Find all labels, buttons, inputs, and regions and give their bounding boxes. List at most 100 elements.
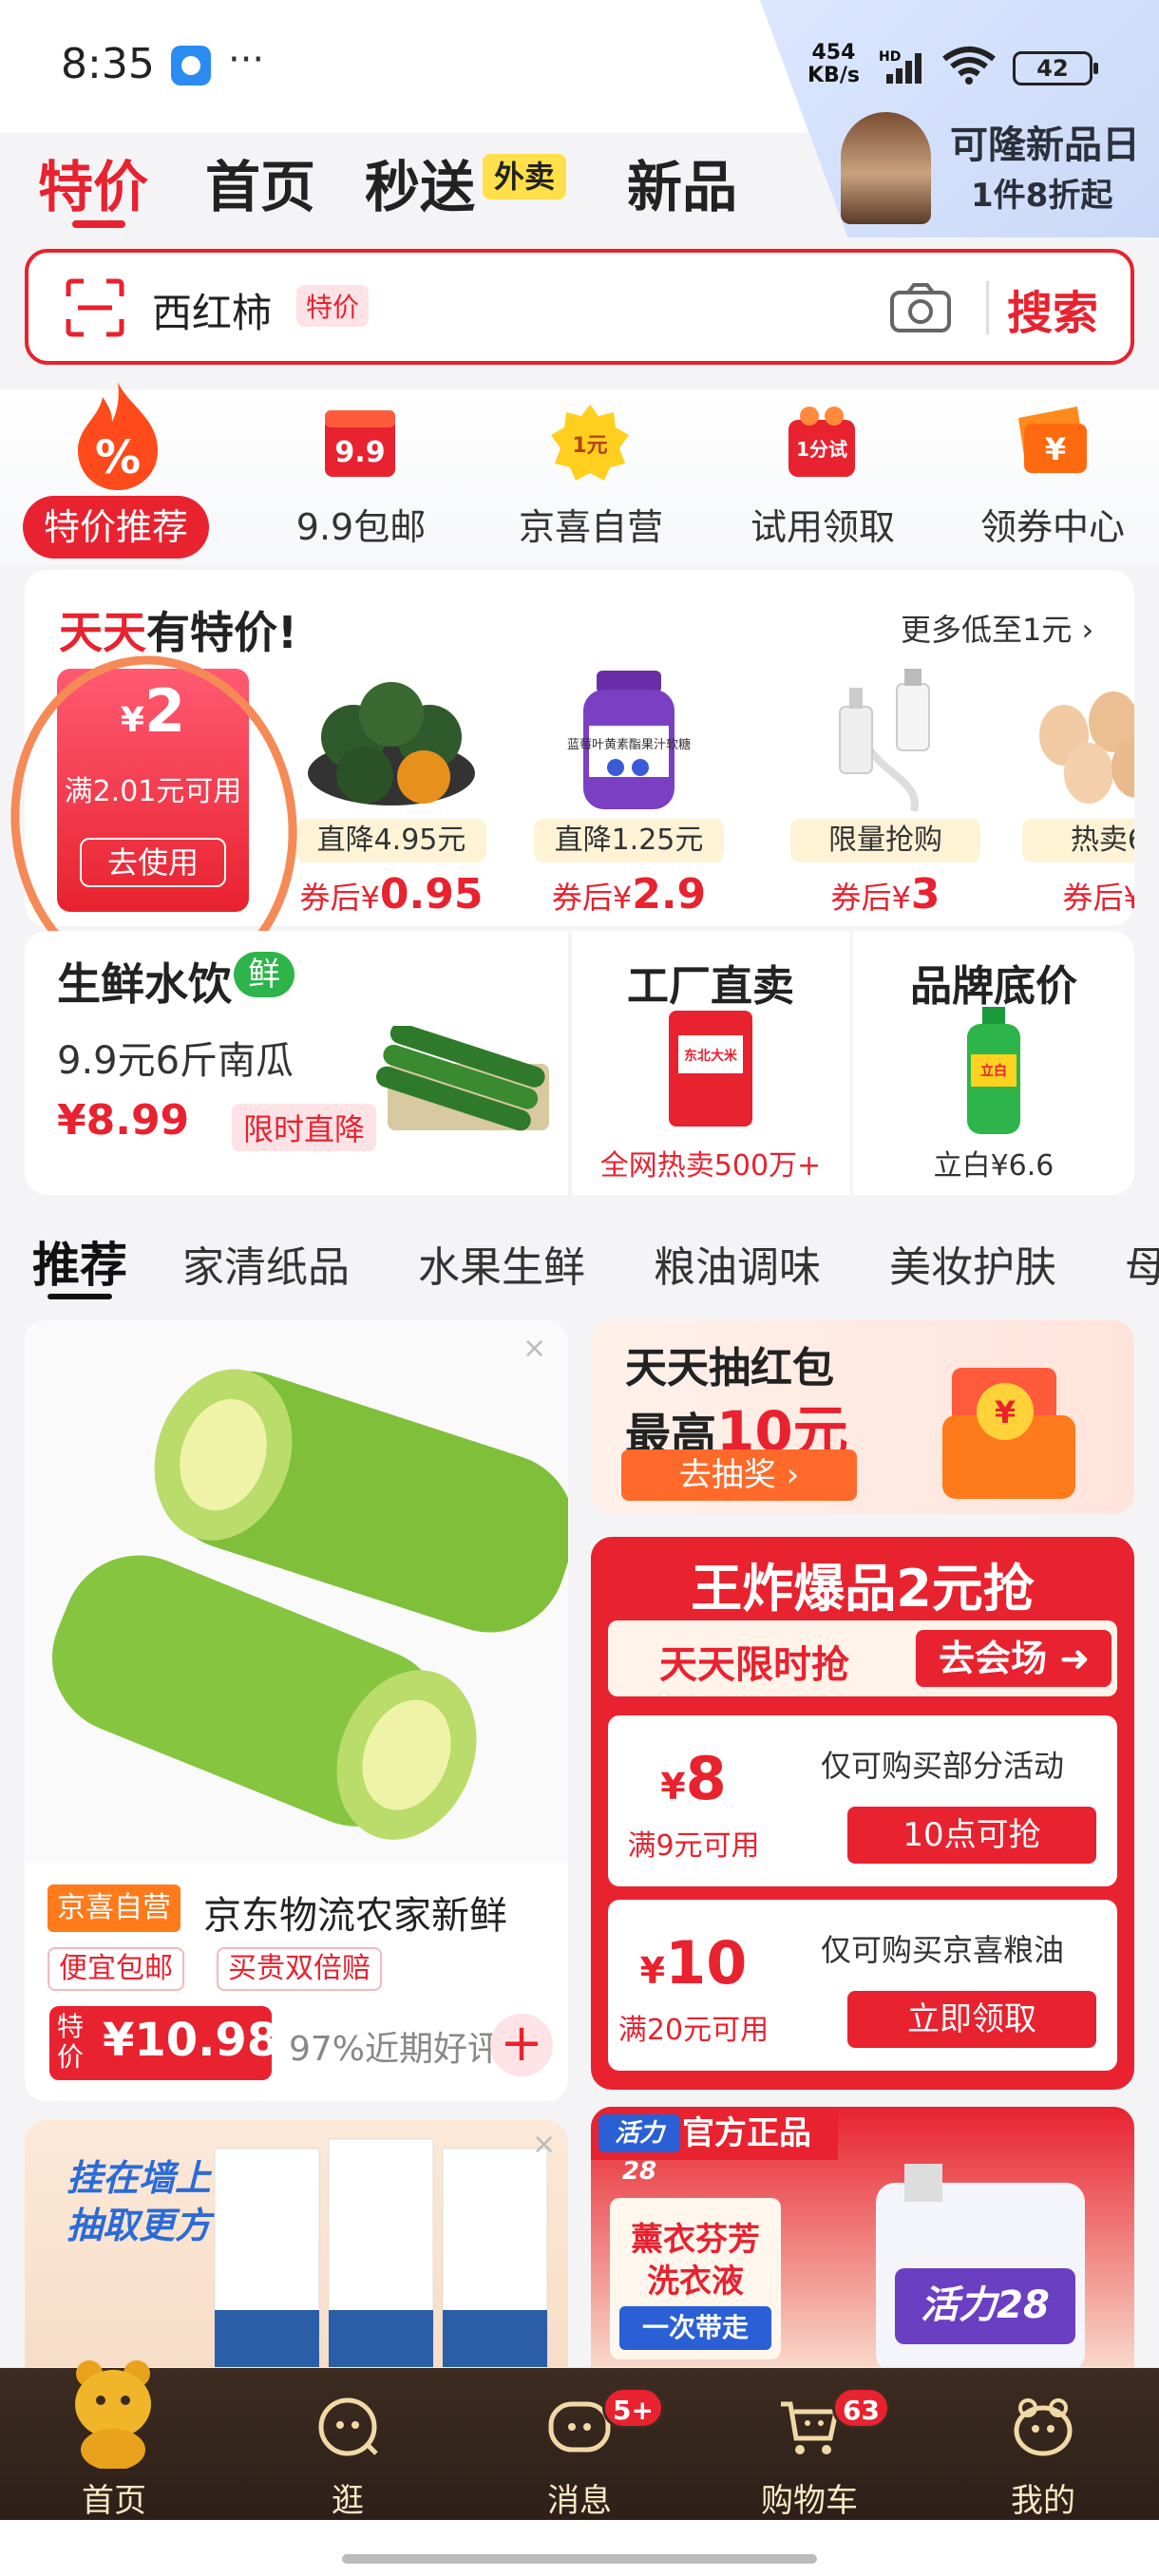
deal-product-cable[interactable]: 限量抢购 券后¥3 [790,669,980,919]
brand-logo: 活力28 [598,2114,680,2186]
flash-coupon-condition: 满20元可用 [618,2014,770,2047]
feed-tag: 买贵双倍赔 [217,1947,382,1991]
category-tab-recommend[interactable]: 推荐 [32,1227,127,1296]
fire-percent-icon[interactable]: % [70,380,165,492]
svg-text:¥: ¥ [1045,431,1066,467]
browse-icon [318,2397,378,2456]
flash-coupon-button[interactable]: 10点可抢 [847,1807,1096,1864]
red-envelope-icon: ¥ [942,1368,1075,1499]
tab-miaosong[interactable]: 秒送 [365,142,475,222]
category-label-99[interactable]: 9.9包邮 [247,498,475,550]
detergent-bottle-image: 立白 [967,1007,1020,1134]
tab-underline [72,220,125,228]
coupon-icon[interactable]: ¥ [1011,401,1092,483]
deal-price: 券后¥3 [1062,880,1135,912]
category-label-coupons[interactable]: 领券中心 [939,498,1159,550]
box-icon[interactable]: 9.9 [319,401,401,483]
factory-title: 工厂直卖 [627,962,794,1011]
flash-sale-card[interactable]: 王炸爆品2元抢 天天限时抢 去会场 ➜ ¥8 满9元可用 仅可购买部分活动 10… [591,1537,1134,2090]
deal-price: 券后¥0.95 [299,870,484,919]
battery-icon: 42 [1013,51,1098,85]
flash-sale-bar: 天天限时抢 去会场 ➜ [608,1620,1117,1696]
deal-product-eggs-clip[interactable]: 热卖60 券后¥3 [1022,669,1134,912]
close-icon[interactable]: × [522,1332,546,1365]
gift-icon[interactable]: 1分试 [781,401,863,483]
lottery-banner[interactable]: 天天抽红包 最高10元 去抽奖 › ¥ [591,1320,1134,1514]
supplement-bottle-icon: 蓝莓叶黄素酯果汁软糖 [567,671,691,809]
category-tab-underline [48,1294,112,1299]
deal-product-supplement[interactable]: 蓝莓叶黄素酯果汁软糖 直降1.25元 券后¥2.9 [534,669,724,919]
tab-tejia[interactable]: 特价 [38,142,148,222]
feed-product-detergent[interactable]: 官方正品 活力28 薰衣芬芳 洗衣液 一次带走 活力28 [591,2107,1134,2367]
deal-price: 券后¥3 [830,870,940,919]
jingxi-selfop-badge: 京喜自营 [48,1885,180,1932]
flash-coupon-button[interactable]: 立即领取 [847,1991,1096,2048]
camera-icon[interactable] [889,281,952,334]
search-button[interactable]: 搜索 [1007,275,1098,342]
factory-direct-card[interactable]: 工厂直卖 东北大米 全网热卖500万+ [572,931,849,1195]
flash-coupon-1[interactable]: ¥8 满9元可用 仅可购买部分活动 10点可抢 [608,1715,1117,1886]
flash-coupon-2[interactable]: ¥10 满20元可用 仅可购买京喜粮油 立即领取 [608,1900,1117,2071]
category-tejia-recommend[interactable]: 特价推荐 [23,496,210,559]
tab-new[interactable]: 新品 [627,142,737,222]
search-input[interactable]: 西红柿 [152,281,272,339]
search-bar[interactable]: 西红柿 特价 搜索 [25,249,1134,365]
category-tab-beauty[interactable]: 美妆护肤 [889,1233,1056,1294]
lottery-line1: 天天抽红包 [625,1344,834,1392]
signal-icon: HD [879,49,922,84]
svg-text:HD: HD [879,49,901,65]
deals-title: 天天有特价! [59,607,297,658]
search-tag: 特价 [296,285,370,327]
flash-sale-bar-text: 天天限时抢 [659,1643,849,1687]
svg-text:%: % [95,431,141,484]
status-time: 8:35 [61,40,155,88]
profile-icon [1014,2398,1073,2456]
more-notifications-icon: ··· [228,38,265,82]
badge-icon[interactable]: 1元 [549,401,631,483]
deal-price: 券后¥2.9 [551,870,707,919]
category-tab-grain[interactable]: 粮油调味 [654,1233,821,1294]
search-divider [986,281,989,334]
svg-text:9.9: 9.9 [334,436,385,469]
factory-sub: 全网热卖500万+ [599,1149,822,1183]
lottery-button[interactable]: 去抽奖 › [621,1449,857,1501]
scan-icon[interactable] [65,277,125,338]
flash-sale-title: 王炸爆品2元抢 [691,1559,1035,1619]
svg-text:活力28: 活力28 [921,2283,1050,2327]
deal-tag: 限量抢购 [790,819,980,862]
bitter-melon-image [25,1320,568,1862]
rice-bag-image: 东北大米 [669,1011,752,1127]
promo-title: 可隆新品日 [950,123,1140,167]
nav-browse-label: 逛 [332,2482,364,2520]
home-indicator[interactable] [342,2554,817,2564]
fresh-price: ¥8.99 [57,1096,190,1145]
deals-more-link[interactable]: 更多低至1元 › [901,606,1093,650]
close-icon[interactable]: × [532,2128,556,2161]
flash-coupon-amount: ¥8 [660,1744,727,1813]
category-tab-fruit[interactable]: 水果生鲜 [418,1233,585,1294]
fresh-drinks-card[interactable]: 生鲜水饮 鲜 9.9元6斤南瓜 ¥8.99 限时直降 [25,931,568,1195]
bottom-navigation: 首页 逛 5+ 消息 63 购物车 我的 [0,2360,1159,2576]
tissue-box-image [214,2138,548,2367]
go-venue-button[interactable]: 去会场 ➜ [916,1630,1112,1687]
feed-product-tissue[interactable]: 挂在墙上 抽取更方便 × [25,2120,568,2367]
flash-coupon-condition: 满9元可用 [627,1829,760,1863]
category-label-trial[interactable]: 试用领取 [709,498,937,550]
svg-text:¥: ¥ [995,1394,1016,1430]
feed-review: 97%近期好评 [289,2030,503,2069]
svg-text:立白: 立白 [980,1063,1007,1079]
svg-text:1分试: 1分试 [796,438,847,461]
fresh-desc: 9.9元6斤南瓜 [57,1039,294,1083]
usb-cable-icon [839,669,930,812]
deal-product-pumpkin[interactable]: 直降4.95元 券后¥0.95 [296,669,486,919]
tab-home[interactable]: 首页 [205,142,315,222]
fresh-tag: 限时直降 [232,1104,377,1151]
brand-lowprice-card[interactable]: 品牌底价 立白 立白¥6.6 [853,931,1134,1195]
category-label-jingxi[interactable]: 京喜自营 [477,498,705,550]
wifi-icon [942,47,996,85]
feed-product-bitter-melon[interactable]: × 京喜自营 京东物流农家新鲜 便宜包邮 买贵双倍赔 特价 ¥10.98 97%… [25,1320,568,2101]
brand-sub: 立白¥6.6 [933,1149,1054,1183]
add-to-cart-button[interactable]: + [490,2014,553,2076]
category-tab-cleaning[interactable]: 家清纸品 [182,1233,350,1294]
category-tab-mother[interactable]: 母 [1125,1233,1159,1294]
